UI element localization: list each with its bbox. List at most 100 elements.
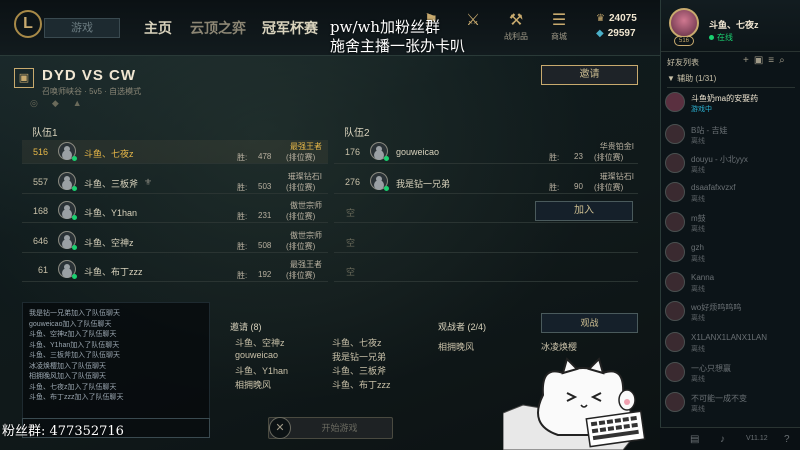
player-rank-type: (排位赛)	[594, 153, 624, 162]
team1-player-row[interactable]: 516 斗鱼、七夜z 胜: 478 最强王者 (排位赛)	[22, 140, 328, 164]
player-wins: 192	[258, 270, 272, 279]
lobby-mode-icon: ▣	[14, 68, 34, 88]
streamer-overlay: pw/wh加粉丝群 施舍主播一张办卡叭	[330, 18, 500, 56]
friend-name: 一心只想赢	[691, 364, 731, 373]
player-wins-label: 胜:	[237, 242, 248, 251]
online-dot	[72, 215, 77, 220]
empty-slot-label: 空	[346, 208, 356, 218]
invitee-name: 相拥晚风	[235, 380, 272, 390]
friend-item[interactable]: wo好烦呜呜呜 离线	[665, 299, 797, 327]
friend-item[interactable]: Kanna 离线	[665, 270, 797, 298]
invitee-name: 斗鱼、七夜z	[332, 338, 382, 348]
player-rank: 傲世宗师	[290, 231, 322, 240]
friend-name: dsaafafxvzxf	[691, 183, 736, 192]
friend-item[interactable]: m鼓 离线	[665, 210, 797, 238]
friend-avatar	[665, 153, 685, 173]
store-label: 商城	[551, 32, 567, 41]
player-name: 我是钻一兄弟	[396, 179, 451, 189]
player-name: 斗鱼、七夜z	[84, 149, 134, 159]
friend-name: gzh	[691, 243, 704, 252]
friend-name: B站 - 吉娃	[691, 126, 728, 135]
team1-player-row[interactable]: 61 斗鱼、布丁zzz 胜: 192 最强王者 (排位赛)	[22, 258, 328, 282]
streamer-line-2: 施舍主播一张办卡叭	[330, 37, 466, 55]
player-level: 646	[32, 236, 48, 246]
invitee-name: 斗鱼、三板斧	[332, 366, 387, 376]
player-rank: 华贵铂金I	[599, 142, 634, 151]
profile-name: 斗鱼、七夜z	[709, 20, 759, 30]
mic-icon[interactable]: ♪	[720, 434, 725, 445]
friend-avatar	[665, 212, 685, 232]
friend-status: 游戏中	[691, 106, 712, 113]
invite-button[interactable]: 邀请	[541, 65, 638, 85]
friend-item[interactable]: 不可能一成不变 离线	[665, 390, 797, 418]
empty-slot-label: 空	[346, 238, 356, 248]
friend-item[interactable]: 一心只想赢 离线	[665, 360, 797, 388]
player-wins-label: 胜:	[237, 183, 248, 192]
team1-player-row[interactable]: 557 斗鱼、三板斧 ⚜ 胜: 503 璀璨钻石I (排位赛)	[22, 170, 328, 194]
join-button[interactable]: 加入	[535, 201, 633, 221]
player-rank-type: (排位赛)	[286, 271, 316, 280]
store-icon[interactable]: ☰	[548, 10, 570, 32]
friend-item[interactable]: 斗鱼奶ma的安娶药 游戏中	[665, 90, 797, 118]
team2-empty-slot[interactable]: 空	[334, 258, 638, 282]
add-friend-icon[interactable]: +	[743, 55, 754, 66]
friends-toolbar: +▣≡⌕	[743, 55, 790, 66]
chat-line: 我是钻一兄弟加入了队伍聊天	[29, 310, 120, 317]
chat-icon[interactable]: ▤	[690, 434, 699, 445]
friends-header: 好友列表	[667, 58, 699, 67]
friend-item[interactable]: X1LANX1LANX1LAN 离线	[665, 330, 797, 358]
invitee-name: 斗鱼、空神z	[235, 338, 285, 348]
friend-status: 离线	[691, 196, 705, 203]
team1-label: 队伍1	[32, 128, 58, 139]
sort-icon[interactable]: ≡	[768, 55, 779, 66]
player-level: 516	[32, 147, 48, 157]
invitee-name: gouweicao	[235, 350, 279, 360]
profile-avatar[interactable]	[669, 8, 699, 38]
team2-empty-slot[interactable]: 空	[334, 229, 638, 253]
friend-item[interactable]: douyu - 小北yyx 离线	[665, 151, 797, 179]
friend-item[interactable]: B站 - 吉娃 离线	[665, 122, 797, 150]
nav-tft[interactable]: 云顶之弈	[190, 18, 246, 38]
league-logo-icon[interactable]: L	[14, 10, 42, 38]
team2-player-row[interactable]: 176 gouweicao 胜: 23 华贵铂金I (排位赛)	[334, 140, 638, 164]
player-name: 斗鱼、空神z	[84, 238, 134, 248]
friend-group-header[interactable]: ▼ 辅助 (1/31)	[667, 73, 795, 88]
profile-status[interactable]: 在线	[709, 32, 733, 43]
help-icon[interactable]: ?	[784, 434, 790, 445]
player-wins-label: 胜:	[549, 183, 560, 192]
team1-player-row[interactable]: 168 斗鱼、Y1han 胜: 231 傲世宗师 (排位赛)	[22, 199, 328, 223]
search-icon[interactable]: ⌕	[779, 55, 790, 66]
friend-avatar	[665, 392, 685, 412]
friend-avatar	[665, 92, 685, 112]
play-button[interactable]: 游戏	[44, 18, 120, 38]
spectate-button[interactable]: 观战	[541, 313, 638, 333]
team1-player-row[interactable]: 646 斗鱼、空神z 胜: 508 傲世宗师 (排位赛)	[22, 229, 328, 253]
friend-avatar	[665, 124, 685, 144]
player-rank: 璀璨钻石I	[287, 172, 322, 181]
player-name: 斗鱼、布丁zzz	[84, 267, 143, 277]
social-sidebar: 516 斗鱼、七夜z 在线 好友列表 +▣≡⌕ ▼ 辅助 (1/31) 斗鱼奶m…	[660, 0, 800, 450]
nav-home[interactable]: 主页	[144, 18, 172, 38]
loot-icon[interactable]: ⚒	[505, 10, 527, 32]
chat-line: 斗鱼、布丁zzz加入了队伍聊天	[29, 394, 124, 401]
friend-status: 离线	[691, 286, 705, 293]
friend-name: douyu - 小北yyx	[691, 155, 748, 164]
folder-icon[interactable]: ▣	[754, 55, 768, 66]
spectator-name: 冰凌焕樱	[541, 342, 578, 352]
player-wins: 231	[258, 211, 272, 220]
player-wins: 23	[574, 152, 583, 161]
player-rank-type: (排位赛)	[594, 183, 624, 192]
player-name: gouweicao	[396, 147, 440, 157]
friend-item[interactable]: dsaafafxvzxf 离线	[665, 180, 797, 208]
friend-item[interactable]: gzh 离线	[665, 240, 797, 268]
team2-player-row[interactable]: 276 我是钻一兄弟 胜: 90 璀璨钻石I (排位赛)	[334, 170, 638, 194]
rp-icon: ♛	[596, 13, 605, 24]
profile-header[interactable]: 516 斗鱼、七夜z 在线	[661, 0, 800, 52]
streamer-line-1: pw/wh加粉丝群	[330, 18, 440, 36]
close-icon[interactable]: ✕	[269, 417, 291, 439]
friend-status: 离线	[691, 406, 705, 413]
honor-icon: ⚜	[144, 177, 153, 187]
nav-clash[interactable]: 冠军杯赛	[262, 18, 318, 38]
chat-line: 斗鱼、三板斧加入了队伍聊天	[29, 352, 120, 359]
friend-status: 离线	[691, 167, 705, 174]
